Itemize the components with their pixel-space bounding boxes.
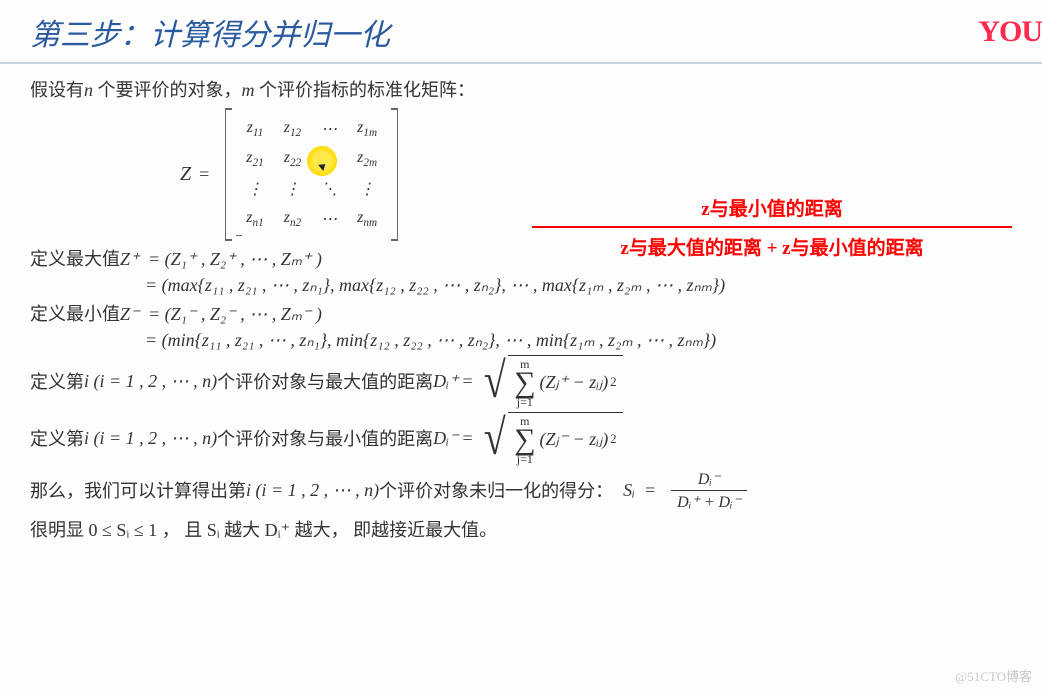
cursor-highlight-icon <box>307 146 337 176</box>
equals-sign: = <box>199 164 209 185</box>
matrix-table: z11 z12 ⋯ z1m z21 z22 ⋯ z2m ⋮⋮⋱⋮ zn1 zn2 <box>236 114 387 235</box>
red-formula: zz与最小值的距离与最小值的距离 z与最大值的距离 + z与最小值的距离z与最大… <box>532 194 1012 260</box>
dist-min-line: 定义第i (i = 1 , 2 , ⋯ , n)个评价对象与最小值的距离 Dᵢ⁻… <box>30 412 1012 465</box>
red-numerator: zz与最小值的距离与最小值的距离 <box>532 194 1012 223</box>
sigma-icon: m∑j=1 <box>514 415 535 465</box>
matrix-row-4: zn1 zn2 ⋯ znm <box>236 204 387 234</box>
matrix-Z: z11 z12 ⋯ z1m z21 z22 ⋯ z2m ⋮⋮⋱⋮ zn1 zn2 <box>225 108 398 241</box>
red-denominator: z与最大值的距离 + z与最小值的距离z与最大值的距离 + z与最小值的距离 <box>532 231 1012 260</box>
watermark: @51CTO博客 <box>955 666 1032 685</box>
content: zz与最小值的距离与最小值的距离 z与最大值的距离 + z与最小值的距离z与最大… <box>0 64 1042 542</box>
intro-line: 假设有n 个要评价的对象，m 个评价指标的标准化矩阵： <box>30 76 1012 102</box>
logo: YOU <box>978 15 1042 49</box>
matrix-row-1: z11 z12 ⋯ z1m <box>236 114 387 144</box>
sqrt-icon: √ m∑j=1 (Zⱼ⁺ − zᵢⱼ)2 <box>481 355 623 408</box>
fraction: Dᵢ⁻ Dᵢ⁺ + Dᵢ⁻ <box>671 469 747 512</box>
dist-max-line: 定义第i (i = 1 , 2 , ⋯ , n)个评价对象与最大值的距离 Dᵢ⁺… <box>30 355 1012 408</box>
sqrt-icon: √ m∑j=1 (Zⱼ⁻ − zᵢⱼ)2 <box>481 412 623 465</box>
sigma-icon: m∑j=1 <box>514 358 535 408</box>
fraction-bar <box>532 226 1012 228</box>
def-min-line1: 定义最小值Z⁻ = (Z₁⁻ , Z₂⁻ , ⋯ , Zₘ⁻ ) <box>30 300 1012 326</box>
Z-var: Z <box>180 163 191 186</box>
obvious-line: 很明显 0 ≤ Sᵢ ≤ 1 ， 且 Sᵢ 越大 Dᵢ⁺ 越大， 即越接近最大值… <box>30 516 1012 542</box>
def-min-line2: = (min{z₁₁ , z₂₁ , ⋯ , zₙ₁}, min{z₁₂ , z… <box>30 330 1012 351</box>
title-bar: 第三步：计算得分并归一化 <box>0 0 1042 64</box>
def-max-line2: = (max{z₁₁ , z₂₁ , ⋯ , zₙ₁}, max{z₁₂ , z… <box>30 275 1012 296</box>
matrix-row-3: ⋮⋮⋱⋮ <box>236 174 387 204</box>
score-line: 那么，我们可以计算得出第i (i = 1 , 2 , ⋯ , n)个评价对象未归… <box>30 469 1012 512</box>
page-title: 第三步：计算得分并归一化 <box>30 10 1012 54</box>
